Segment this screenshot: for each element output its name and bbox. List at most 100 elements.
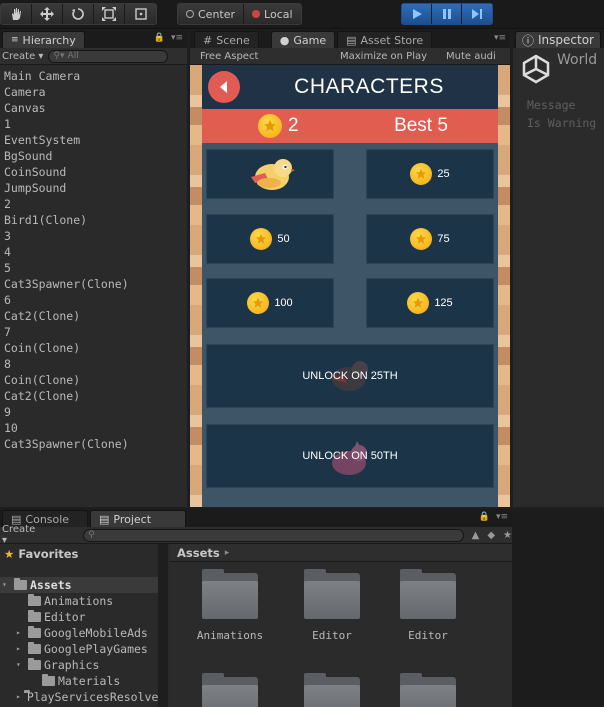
- price-label: 25: [437, 168, 450, 180]
- locked-character-50[interactable]: UNLOCK ON 50TH: [206, 424, 494, 488]
- rotate-icon: [72, 8, 84, 20]
- hierarchy-item[interactable]: 6: [4, 292, 129, 308]
- coin-icon: [407, 292, 430, 314]
- asset-folder[interactable]: [292, 673, 372, 707]
- character-card-price-25[interactable]: 25: [366, 149, 494, 199]
- space-local-toggle[interactable]: Local: [244, 4, 301, 24]
- favorite-star-icon[interactable]: ★: [503, 530, 512, 541]
- hierarchy-item[interactable]: 5: [4, 260, 129, 276]
- hierarchy-item[interactable]: Cat2(Clone): [4, 308, 129, 324]
- asset-folder[interactable]: [190, 673, 270, 707]
- hierarchy-item[interactable]: Main Camera: [4, 68, 129, 84]
- hierarchy-item[interactable]: Cat3Spawner(Clone): [4, 276, 129, 292]
- hierarchy-item[interactable]: Camera: [4, 84, 129, 100]
- maximize-on-play-toggle[interactable]: Maximize on Play: [340, 51, 440, 62]
- step-button[interactable]: [462, 4, 492, 24]
- coin-count: 2: [288, 115, 299, 136]
- asset-folder[interactable]: [388, 673, 468, 707]
- locked-character-25[interactable]: UNLOCK ON 25TH: [206, 344, 494, 408]
- hierarchy-item[interactable]: Cat2(Clone): [4, 388, 129, 404]
- lock-icon[interactable]: 🔒: [154, 33, 165, 43]
- search-icon: ⚲▾: [53, 51, 65, 61]
- hierarchy-item[interactable]: 8: [4, 356, 129, 372]
- search-icon: ⚲: [88, 530, 95, 540]
- tree-item[interactable]: Animations: [0, 593, 158, 609]
- favorites-header[interactable]: ★ Favorites: [4, 547, 78, 561]
- lock-icon[interactable]: 🔒: [479, 512, 490, 522]
- project-create-dropdown[interactable]: Create ▾: [0, 524, 43, 546]
- tree-item[interactable]: ▸ PlayServicesResolver: [0, 689, 165, 705]
- pivot-center-toggle[interactable]: Center: [178, 4, 245, 24]
- view-tabbar: # Scene ● Game ▤ Asset Store ▾≡: [190, 30, 510, 48]
- asset-folder[interactable]: Editor: [388, 569, 468, 642]
- filter-by-label-icon[interactable]: ◆: [487, 530, 495, 541]
- project-tabbar: ▤ Console ▤ Project 🔒 ▾≡: [0, 509, 512, 527]
- hierarchy-item[interactable]: Coin(Clone): [4, 340, 129, 356]
- tab-project[interactable]: ▤ Project: [90, 510, 186, 527]
- character-card-price-125[interactable]: 125: [366, 278, 494, 328]
- character-card-bird[interactable]: [206, 149, 334, 199]
- hierarchy-item[interactable]: 1: [4, 116, 129, 132]
- aspect-dropdown[interactable]: Free Aspect: [190, 51, 340, 62]
- collapsed-arrow-icon[interactable]: ▸: [16, 625, 25, 641]
- tab-inspector[interactable]: ⓘ Inspector: [515, 31, 601, 48]
- hierarchy-item[interactable]: CoinSound: [4, 164, 129, 180]
- rect-tool-button[interactable]: [125, 4, 156, 24]
- move-tool-button[interactable]: [32, 4, 63, 24]
- hierarchy-item[interactable]: Canvas: [4, 100, 129, 116]
- hierarchy-search-input[interactable]: ⚲▾ All: [48, 49, 169, 63]
- mute-audio-toggle[interactable]: Mute audi: [440, 51, 496, 62]
- hierarchy-item[interactable]: 4: [4, 244, 129, 260]
- asset-folder[interactable]: Animations: [190, 569, 270, 642]
- tree-scrollbar[interactable]: [158, 544, 168, 707]
- coin-icon: [258, 114, 282, 138]
- asset-label: Editor: [312, 629, 352, 642]
- expanded-arrow-icon[interactable]: ▾: [2, 577, 11, 593]
- hierarchy-item[interactable]: EventSystem: [4, 132, 129, 148]
- hierarchy-item[interactable]: BgSound: [4, 148, 129, 164]
- tree-item[interactable]: ▸ GoogleMobileAds: [0, 625, 158, 641]
- panel-menu-icon[interactable]: ▾≡: [494, 33, 506, 43]
- play-button[interactable]: [402, 4, 432, 24]
- hierarchy-item[interactable]: 2: [4, 196, 129, 212]
- hand-tool-button[interactable]: [1, 4, 32, 24]
- project-search-input[interactable]: ⚲: [83, 528, 464, 542]
- tree-item[interactable]: ▾ Graphics: [0, 657, 158, 673]
- tree-item[interactable]: Editor: [0, 609, 158, 625]
- character-card-price-100[interactable]: 100: [206, 278, 334, 328]
- rotate-tool-button[interactable]: [63, 4, 94, 24]
- tab-scene[interactable]: # Scene: [194, 31, 259, 48]
- star-icon: ★: [4, 547, 15, 561]
- tree-item[interactable]: Materials: [0, 673, 158, 689]
- tab-hierarchy[interactable]: ≡ Hierarchy: [2, 31, 85, 48]
- hierarchy-create-dropdown[interactable]: Create ▾: [0, 51, 43, 62]
- hierarchy-item[interactable]: JumpSound: [4, 180, 129, 196]
- tree-item[interactable]: ▸ GooglePlayGames: [0, 641, 158, 657]
- tree-item[interactable]: ▾ Assets: [0, 577, 158, 593]
- folder-icon: [202, 569, 258, 619]
- hierarchy-item[interactable]: 9: [4, 404, 129, 420]
- filter-by-type-icon[interactable]: ▲: [472, 530, 480, 541]
- folder-icon: [304, 673, 360, 707]
- breadcrumb-assets[interactable]: Assets: [177, 546, 220, 560]
- character-card-price-75[interactable]: 75: [366, 214, 494, 264]
- back-button[interactable]: [208, 71, 240, 103]
- hierarchy-item[interactable]: 10: [4, 420, 129, 436]
- character-select-screen: CHARACTERS 2 Best 5 25 50 75 100 125 UNL…: [202, 65, 498, 507]
- hierarchy-item[interactable]: Coin(Clone): [4, 372, 129, 388]
- collapsed-arrow-icon[interactable]: ▸: [16, 641, 25, 657]
- tab-asset-store[interactable]: ▤ Asset Store: [337, 31, 433, 48]
- expanded-arrow-icon[interactable]: ▾: [16, 657, 25, 673]
- hierarchy-item[interactable]: 7: [4, 324, 129, 340]
- collapsed-arrow-icon[interactable]: ▸: [16, 689, 21, 705]
- hierarchy-item[interactable]: 3: [4, 228, 129, 244]
- hierarchy-item[interactable]: Bird1(Clone): [4, 212, 129, 228]
- hierarchy-item[interactable]: Cat3Spawner(Clone): [4, 436, 129, 452]
- panel-menu-icon[interactable]: ▾≡: [171, 33, 183, 43]
- character-card-price-50[interactable]: 50: [206, 214, 334, 264]
- tab-game[interactable]: ● Game: [270, 31, 336, 48]
- asset-folder[interactable]: Editor: [292, 569, 372, 642]
- pause-button[interactable]: [432, 4, 462, 24]
- scale-tool-button[interactable]: [94, 4, 125, 24]
- panel-menu-icon[interactable]: ▾≡: [496, 512, 508, 522]
